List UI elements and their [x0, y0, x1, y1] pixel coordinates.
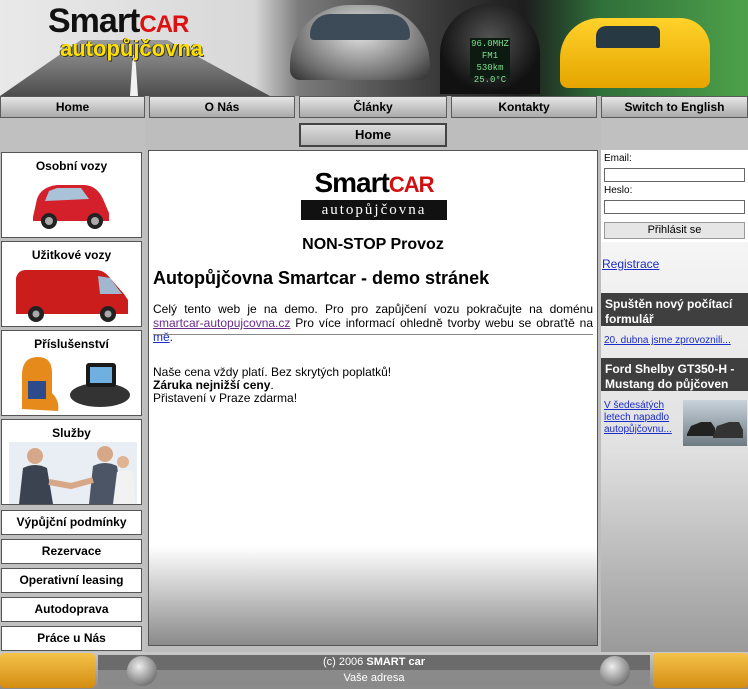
car-icon [687, 422, 743, 438]
van-icon [16, 270, 128, 322]
password-label: Heslo: [604, 185, 633, 196]
news-item: Ford Shelby GT350-H - Mustang do půjčove… [601, 358, 748, 446]
nav-switch-english[interactable]: Switch to English [601, 96, 748, 118]
site-logo-subtitle: autopůjčovna [60, 36, 204, 61]
category-label: Služby [52, 426, 91, 440]
menu-autodoprava[interactable]: Autodoprava [1, 597, 142, 622]
intro-paragraph: Celý tento web je na demo. Pro pro zapůj… [153, 302, 593, 344]
header-banner: SmartCAR autopůjčovna 96.0MHZ FM1 530km 25.… [0, 0, 748, 96]
news-link[interactable]: V šedesátých letech napadlo autopůjčovnu… [604, 400, 680, 436]
news-item: Spuštěn nový počítací formulář 20. dubna… [601, 293, 748, 346]
divider [153, 334, 593, 335]
right-spacer [601, 118, 748, 150]
content-logo: SmartCAR autopůjčovna [301, 168, 447, 220]
login-button[interactable]: Přihlásit se [604, 222, 745, 239]
contact-link[interactable]: mě [153, 330, 170, 344]
nav-o-nas[interactable]: O Nás [149, 96, 295, 118]
news-title: Ford Shelby GT350-H - Mustang do půjčove… [601, 358, 748, 391]
register-link[interactable]: Registrace [602, 257, 659, 271]
footer-ornament-right [653, 653, 748, 688]
category-label: Osobní vozy [35, 159, 108, 173]
category-prislusenstvi[interactable]: Příslušenství [1, 330, 142, 416]
handshake-icon [9, 442, 137, 504]
left-sidebar: Osobní vozy Užitkové vozy Příslušenství … [0, 150, 145, 652]
email-input[interactable] [604, 168, 745, 182]
news-link[interactable]: 20. dubna jsme zprovoznili... [601, 335, 748, 346]
accessories-icon [22, 357, 130, 411]
footer-ornament-left [0, 653, 95, 688]
menu-vypujcni-podminky[interactable]: Výpůjční podmínky [1, 510, 142, 535]
nav-home[interactable]: Home [0, 96, 145, 118]
category-label: Příslušenství [34, 337, 109, 351]
benefits-text: Naše cena vždy platí. Bez skrytých popla… [153, 365, 392, 405]
main-content: SmartCAR autopůjčovna NON-STOP Provoz Au… [148, 150, 598, 646]
email-label: Email: [604, 153, 632, 164]
dashboard-display: 96.0MHZ FM1 530km 25.0°C [470, 38, 510, 85]
nav-kontakty[interactable]: Kontakty [451, 96, 597, 118]
category-uzitkove-vozy[interactable]: Užitkové vozy [1, 241, 142, 327]
login-form: Email: Heslo: Přihlásit se [601, 152, 748, 242]
menu-rezervace[interactable]: Rezervace [1, 539, 142, 564]
news-title: Spuštěn nový počítací formulář [601, 293, 748, 326]
van-windshield [596, 26, 660, 48]
category-sluzby[interactable]: Služby [1, 419, 142, 505]
mustang-photo [683, 400, 747, 446]
menu-prace-u-nas[interactable]: Práce u Nás [1, 626, 142, 651]
nav-clanky[interactable]: Články [299, 96, 447, 118]
car-windshield [310, 14, 410, 40]
menu-operativni-leasing[interactable]: Operativní leasing [1, 568, 142, 593]
copyright: (c) 2006 SMART car [322, 656, 426, 668]
car-icon [33, 185, 109, 229]
domain-link[interactable]: smartcar-autopujcovna.cz [153, 316, 290, 330]
current-page-title: Home [299, 123, 447, 147]
password-input[interactable] [604, 200, 745, 214]
page-heading: Autopůjčovna Smartcar - demo stránek [153, 268, 490, 288]
left-spacer [0, 118, 145, 150]
category-label: Užitkové vozy [31, 248, 112, 262]
tagline: NON-STOP Provoz [302, 236, 444, 253]
footer-address: Vaše adresa [343, 672, 405, 684]
category-osobni-vozy[interactable]: Osobní vozy [1, 152, 142, 238]
